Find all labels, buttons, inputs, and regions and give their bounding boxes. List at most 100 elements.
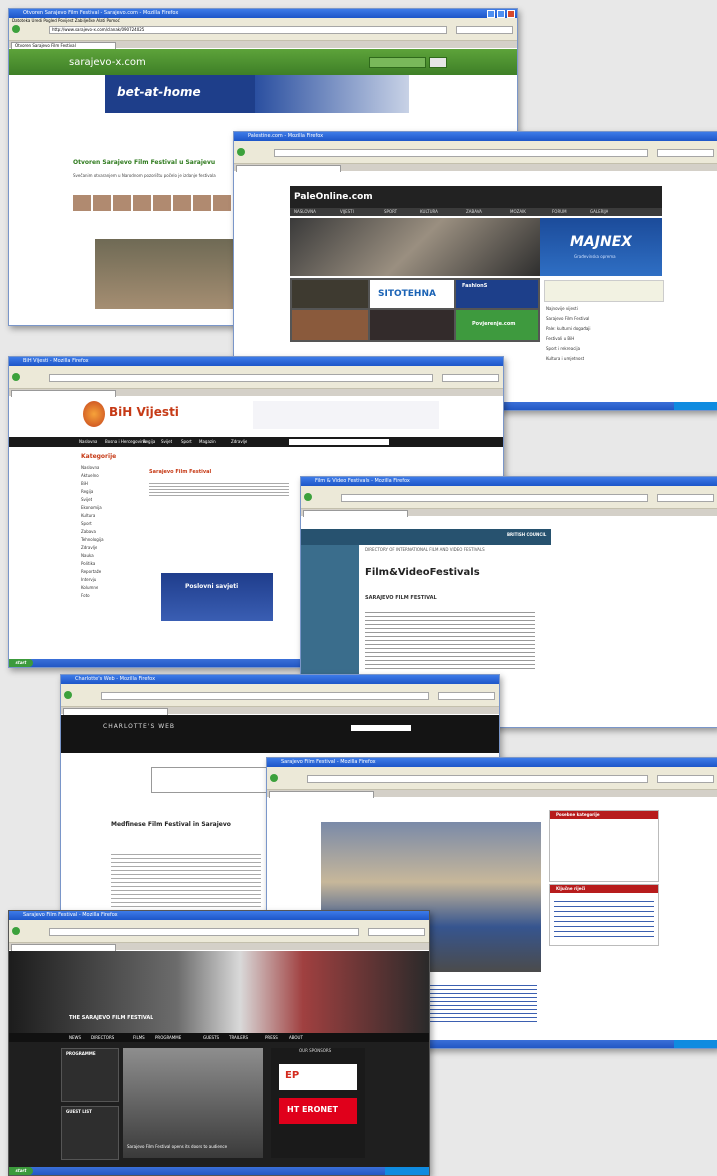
address-bar[interactable] <box>49 374 433 382</box>
bookmarks-bar[interactable] <box>61 700 499 707</box>
search-field[interactable] <box>657 149 714 157</box>
sidebar-item[interactable]: Sport i rekreacija <box>546 346 580 351</box>
nav-item[interactable]: GALERIJA <box>590 209 608 214</box>
sidebar-item[interactable]: Reportaže <box>81 569 101 574</box>
back-icon[interactable] <box>304 493 312 501</box>
nav-item[interactable]: SPORT <box>384 209 397 214</box>
search-field[interactable] <box>438 692 495 700</box>
sidebar-item[interactable]: Sport <box>81 521 92 526</box>
nav-item[interactable]: NASLOVNA <box>294 209 316 214</box>
site-logo[interactable]: PaleOnline.com <box>294 192 373 202</box>
back-icon[interactable] <box>270 774 278 782</box>
start-button[interactable]: start <box>9 659 33 667</box>
address-bar[interactable] <box>274 149 648 157</box>
sidebar-item[interactable]: Nauka <box>81 553 94 558</box>
majnex-ad[interactable]: MAJNEX Građevinska oprema <box>540 218 662 276</box>
sidebar-item[interactable]: Regija <box>81 489 93 494</box>
tab-active[interactable] <box>63 708 168 715</box>
nav-item[interactable]: VIJESTI <box>340 209 354 214</box>
system-tray[interactable] <box>674 402 717 410</box>
nav-item[interactable]: Sport <box>181 439 192 444</box>
nav-item[interactable]: Zdravlje <box>231 439 247 444</box>
nav-item[interactable]: ZABAVA <box>466 209 482 214</box>
site-search-input[interactable] <box>351 725 411 731</box>
festival-entry[interactable]: SARAJEVO FILM FESTIVAL <box>365 595 437 601</box>
window-controls[interactable] <box>487 10 515 20</box>
sidebar-item[interactable]: Festivali u BiH <box>546 336 574 341</box>
article-headline[interactable]: Sarajevo Film Festival <box>149 469 211 475</box>
nav-item[interactable]: FORUM <box>552 209 567 214</box>
address-bar[interactable] <box>307 775 648 783</box>
system-tray[interactable] <box>674 1040 717 1048</box>
address-bar[interactable]: http://www.sarajevo-x.com/clanak/0907240… <box>49 26 447 34</box>
bookmarks-bar[interactable] <box>9 936 429 943</box>
nav-item[interactable]: GUESTS <box>203 1035 219 1040</box>
tab-active[interactable] <box>269 791 374 798</box>
tab-active[interactable] <box>303 510 408 517</box>
address-bar[interactable] <box>341 494 648 502</box>
site-logo[interactable]: BRITISH COUNCIL <box>507 532 547 537</box>
tab-active[interactable] <box>11 944 116 951</box>
site-logo[interactable]: sarajevo-x.com <box>69 57 146 68</box>
nav-item[interactable]: DIRECTORS <box>91 1035 114 1040</box>
sidebar-item[interactable]: Kolumne <box>81 585 98 590</box>
nav-item[interactable]: Bosna i Hercegovina <box>105 439 146 444</box>
banner-ad[interactable]: bet-at-home <box>105 75 409 113</box>
sponsor-ad[interactable]: EP <box>279 1064 357 1090</box>
sidebar-item[interactable]: Politika <box>81 561 95 566</box>
search-field[interactable] <box>442 374 499 382</box>
sidebar-item[interactable]: Svijet <box>81 497 92 502</box>
tab-active[interactable] <box>11 390 116 397</box>
search-field[interactable] <box>456 26 513 34</box>
back-icon[interactable] <box>12 25 20 33</box>
sidebar-item[interactable]: Kultura i umjetnost <box>546 356 584 361</box>
sponsor-ad[interactable] <box>292 310 368 340</box>
sidebar-item[interactable]: Sarajevo Film Festival <box>546 316 589 321</box>
sidebar-item[interactable]: Zdravlje <box>81 545 97 550</box>
search-field[interactable] <box>657 494 714 502</box>
tab-active[interactable]: Otvoren Sarajevo Film Festival <box>11 42 116 49</box>
nav-item[interactable]: Regija <box>143 439 155 444</box>
sidebar-item[interactable]: BiH <box>81 481 88 486</box>
sidebar-item[interactable]: Ekonomija <box>81 505 102 510</box>
nav-item[interactable]: KULTURA <box>420 209 438 214</box>
address-bar[interactable] <box>49 928 359 936</box>
sidebar-item[interactable]: Kultura <box>81 513 95 518</box>
tab-active[interactable] <box>236 165 341 172</box>
left-nav[interactable] <box>301 545 359 685</box>
search-field[interactable] <box>657 775 714 783</box>
sidebar-item[interactable]: Tehnologija <box>81 537 104 542</box>
sponsor-ad[interactable] <box>370 310 454 340</box>
news-image[interactable]: Sarajevo Film Festival opens its doors t… <box>123 1048 263 1158</box>
nav-item[interactable]: Svijet <box>161 439 172 444</box>
site-search-button[interactable] <box>429 57 447 68</box>
tag-cloud[interactable] <box>554 897 654 937</box>
header-ad[interactable] <box>253 401 439 429</box>
back-icon[interactable] <box>237 148 245 156</box>
bookmarks-bar[interactable] <box>301 502 717 509</box>
bookmarks-bar[interactable] <box>234 157 717 164</box>
site-search-input[interactable] <box>289 439 389 445</box>
sidebar-item[interactable]: Foto <box>81 593 90 598</box>
bookmarks-bar[interactable] <box>9 382 503 389</box>
sidebar-item[interactable]: Pale: kulturni događaji <box>546 326 591 331</box>
back-icon[interactable] <box>12 373 20 381</box>
post-headline[interactable]: Medfinese Film Festival in Sarajevo <box>111 821 231 828</box>
bookmarks-bar[interactable] <box>9 34 517 41</box>
site-logo[interactable]: BiH Vijesti <box>109 405 179 419</box>
sponsor-ad[interactable]: SITOTEHNA <box>370 280 454 308</box>
section-box[interactable]: PROGRAMME <box>61 1048 119 1102</box>
nav-item[interactable]: Naslovna <box>79 439 97 444</box>
back-icon[interactable] <box>64 691 72 699</box>
nav-item[interactable]: ABOUT <box>289 1035 303 1040</box>
sidebar-item[interactable]: Naslovna <box>81 465 99 470</box>
nav-item[interactable]: TRAILERS <box>229 1035 248 1040</box>
sidebar-item[interactable]: Aktuelno <box>81 473 99 478</box>
ad-box[interactable] <box>151 767 273 793</box>
sidebar-item[interactable]: Najnovije vijesti <box>546 306 578 311</box>
article-headline[interactable]: Otvoren Sarajevo Film Festival u Sarajev… <box>73 159 243 166</box>
nav-item[interactable]: FILMS <box>133 1035 145 1040</box>
bookmarks-bar[interactable] <box>267 783 717 790</box>
site-logo[interactable]: CHARLOTTE'S WEB <box>103 723 175 730</box>
search-field[interactable] <box>368 928 425 936</box>
